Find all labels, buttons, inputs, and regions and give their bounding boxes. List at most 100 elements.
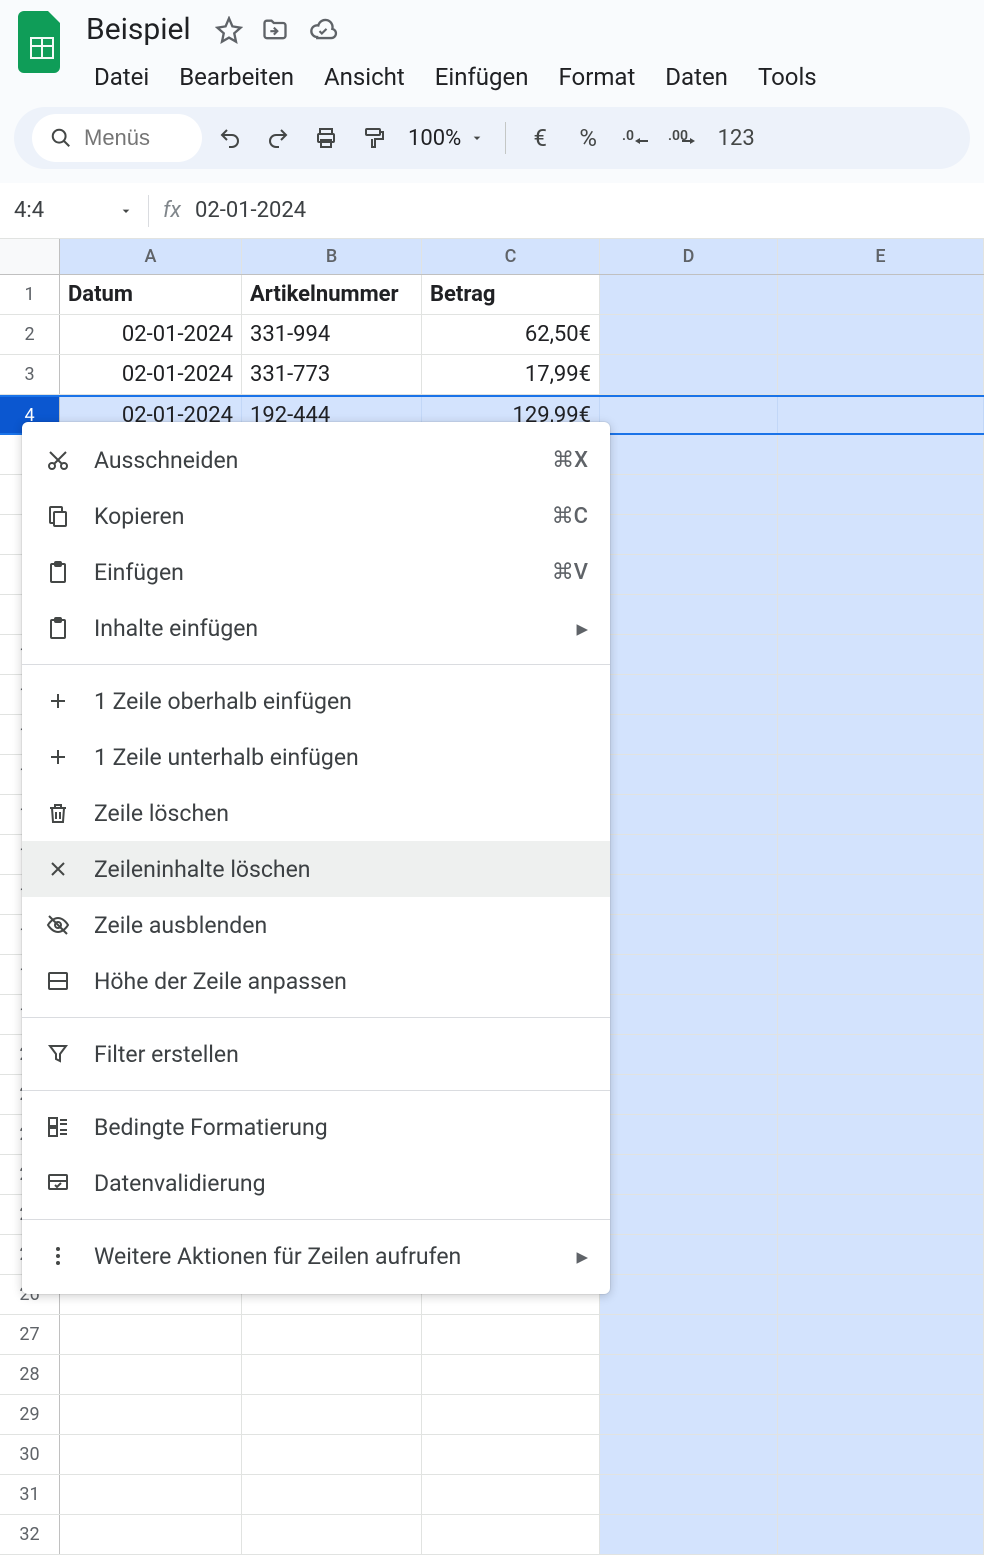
row-header[interactable]: 27: [0, 1315, 60, 1354]
cm-more-actions[interactable]: Weitere Aktionen für Zeilen aufrufen ▸: [22, 1228, 610, 1284]
row-header[interactable]: 32: [0, 1515, 60, 1554]
cell[interactable]: [778, 1475, 984, 1514]
table-row[interactable]: 27: [0, 1315, 984, 1355]
cell[interactable]: 331-994: [242, 315, 422, 354]
zoom-select[interactable]: 100%: [402, 126, 491, 151]
cell[interactable]: [778, 1075, 984, 1114]
col-header-E[interactable]: E: [778, 239, 984, 274]
cm-paste[interactable]: Einfügen ⌘V: [22, 544, 610, 600]
cell[interactable]: [60, 1515, 242, 1554]
cell[interactable]: [600, 1275, 778, 1314]
cell[interactable]: [778, 675, 984, 714]
menu-ansicht[interactable]: Ansicht: [310, 57, 419, 97]
table-row[interactable]: 1 Datum Artikelnummer Betrag: [0, 275, 984, 315]
cell[interactable]: [422, 1475, 600, 1514]
cell[interactable]: 02-01-2024: [60, 355, 242, 394]
row-header[interactable]: 1: [0, 275, 60, 314]
cell[interactable]: [600, 715, 778, 754]
cell[interactable]: [600, 675, 778, 714]
row-header[interactable]: 29: [0, 1395, 60, 1434]
cell[interactable]: [778, 1315, 984, 1354]
col-header-A[interactable]: A: [60, 239, 242, 274]
cell[interactable]: [60, 1435, 242, 1474]
cell[interactable]: [778, 1395, 984, 1434]
cell[interactable]: [60, 1315, 242, 1354]
cell[interactable]: [600, 1515, 778, 1554]
cell[interactable]: [778, 1035, 984, 1074]
cell[interactable]: [422, 1515, 600, 1554]
cell[interactable]: [778, 1435, 984, 1474]
cell[interactable]: [778, 595, 984, 634]
menu-einfuegen[interactable]: Einfügen: [421, 57, 543, 97]
cell[interactable]: [600, 595, 778, 634]
cell[interactable]: [778, 915, 984, 954]
undo-button[interactable]: [210, 118, 250, 158]
cell[interactable]: 331-773: [242, 355, 422, 394]
cell[interactable]: [242, 1315, 422, 1354]
table-row[interactable]: 30: [0, 1435, 984, 1475]
cell[interactable]: [600, 555, 778, 594]
table-row[interactable]: 32: [0, 1515, 984, 1555]
cell[interactable]: [60, 1355, 242, 1394]
cell[interactable]: [600, 635, 778, 674]
percent-button[interactable]: %: [568, 118, 608, 158]
cell[interactable]: [600, 1355, 778, 1394]
row-header[interactable]: 3: [0, 355, 60, 394]
menu-search[interactable]: [32, 114, 202, 162]
cell[interactable]: [60, 1475, 242, 1514]
cell[interactable]: [600, 955, 778, 994]
cell[interactable]: [422, 1435, 600, 1474]
cm-resize-row[interactable]: Höhe der Zeile anpassen: [22, 953, 610, 1009]
cell[interactable]: [600, 1315, 778, 1354]
cm-clear-row[interactable]: Zeileninhalte löschen: [22, 841, 610, 897]
cell[interactable]: [600, 475, 778, 514]
table-row[interactable]: 2 02-01-2024 331-994 62,50€: [0, 315, 984, 355]
cell[interactable]: Artikelnummer: [242, 275, 422, 314]
menu-datei[interactable]: Datei: [80, 57, 163, 97]
cell[interactable]: [778, 1515, 984, 1554]
cell[interactable]: [600, 995, 778, 1034]
increase-decimal-button[interactable]: .00: [664, 118, 704, 158]
cell[interactable]: [600, 835, 778, 874]
cm-cut[interactable]: Ausschneiden ⌘X: [22, 432, 610, 488]
col-header-D[interactable]: D: [600, 239, 778, 274]
cell[interactable]: [778, 795, 984, 834]
cell[interactable]: [600, 795, 778, 834]
cell[interactable]: [778, 315, 984, 354]
cell[interactable]: [778, 275, 984, 314]
cell[interactable]: [600, 275, 778, 314]
menu-daten[interactable]: Daten: [651, 57, 742, 97]
row-header[interactable]: 28: [0, 1355, 60, 1394]
cell[interactable]: [242, 1355, 422, 1394]
cell[interactable]: [422, 1315, 600, 1354]
cell[interactable]: [422, 1395, 600, 1434]
cell[interactable]: [778, 1115, 984, 1154]
table-row[interactable]: 28: [0, 1355, 984, 1395]
cell[interactable]: [600, 1395, 778, 1434]
name-box[interactable]: 4:4: [0, 198, 148, 223]
cm-create-filter[interactable]: Filter erstellen: [22, 1026, 610, 1082]
cell[interactable]: [778, 715, 984, 754]
cm-copy[interactable]: Kopieren ⌘C: [22, 488, 610, 544]
sheets-logo[interactable]: [16, 8, 68, 76]
cell[interactable]: [778, 1195, 984, 1234]
cell[interactable]: [778, 995, 984, 1034]
row-header[interactable]: 30: [0, 1435, 60, 1474]
cell[interactable]: [778, 875, 984, 914]
cell[interactable]: [778, 355, 984, 394]
cell[interactable]: 17,99€: [422, 355, 600, 394]
cm-paste-special[interactable]: Inhalte einfügen ▸: [22, 600, 610, 656]
menu-bearbeiten[interactable]: Bearbeiten: [165, 57, 308, 97]
menu-tools[interactable]: Tools: [744, 57, 831, 97]
cell[interactable]: 02-01-2024: [60, 315, 242, 354]
cm-conditional-format[interactable]: Bedingte Formatierung: [22, 1099, 610, 1155]
cell[interactable]: [600, 355, 778, 394]
cell[interactable]: [242, 1515, 422, 1554]
cell[interactable]: [778, 555, 984, 594]
cell[interactable]: [242, 1435, 422, 1474]
decrease-decimal-button[interactable]: .0: [616, 118, 656, 158]
cell[interactable]: [778, 1155, 984, 1194]
document-title[interactable]: Beispiel: [80, 8, 197, 51]
cell[interactable]: Datum: [60, 275, 242, 314]
cell[interactable]: [778, 635, 984, 674]
